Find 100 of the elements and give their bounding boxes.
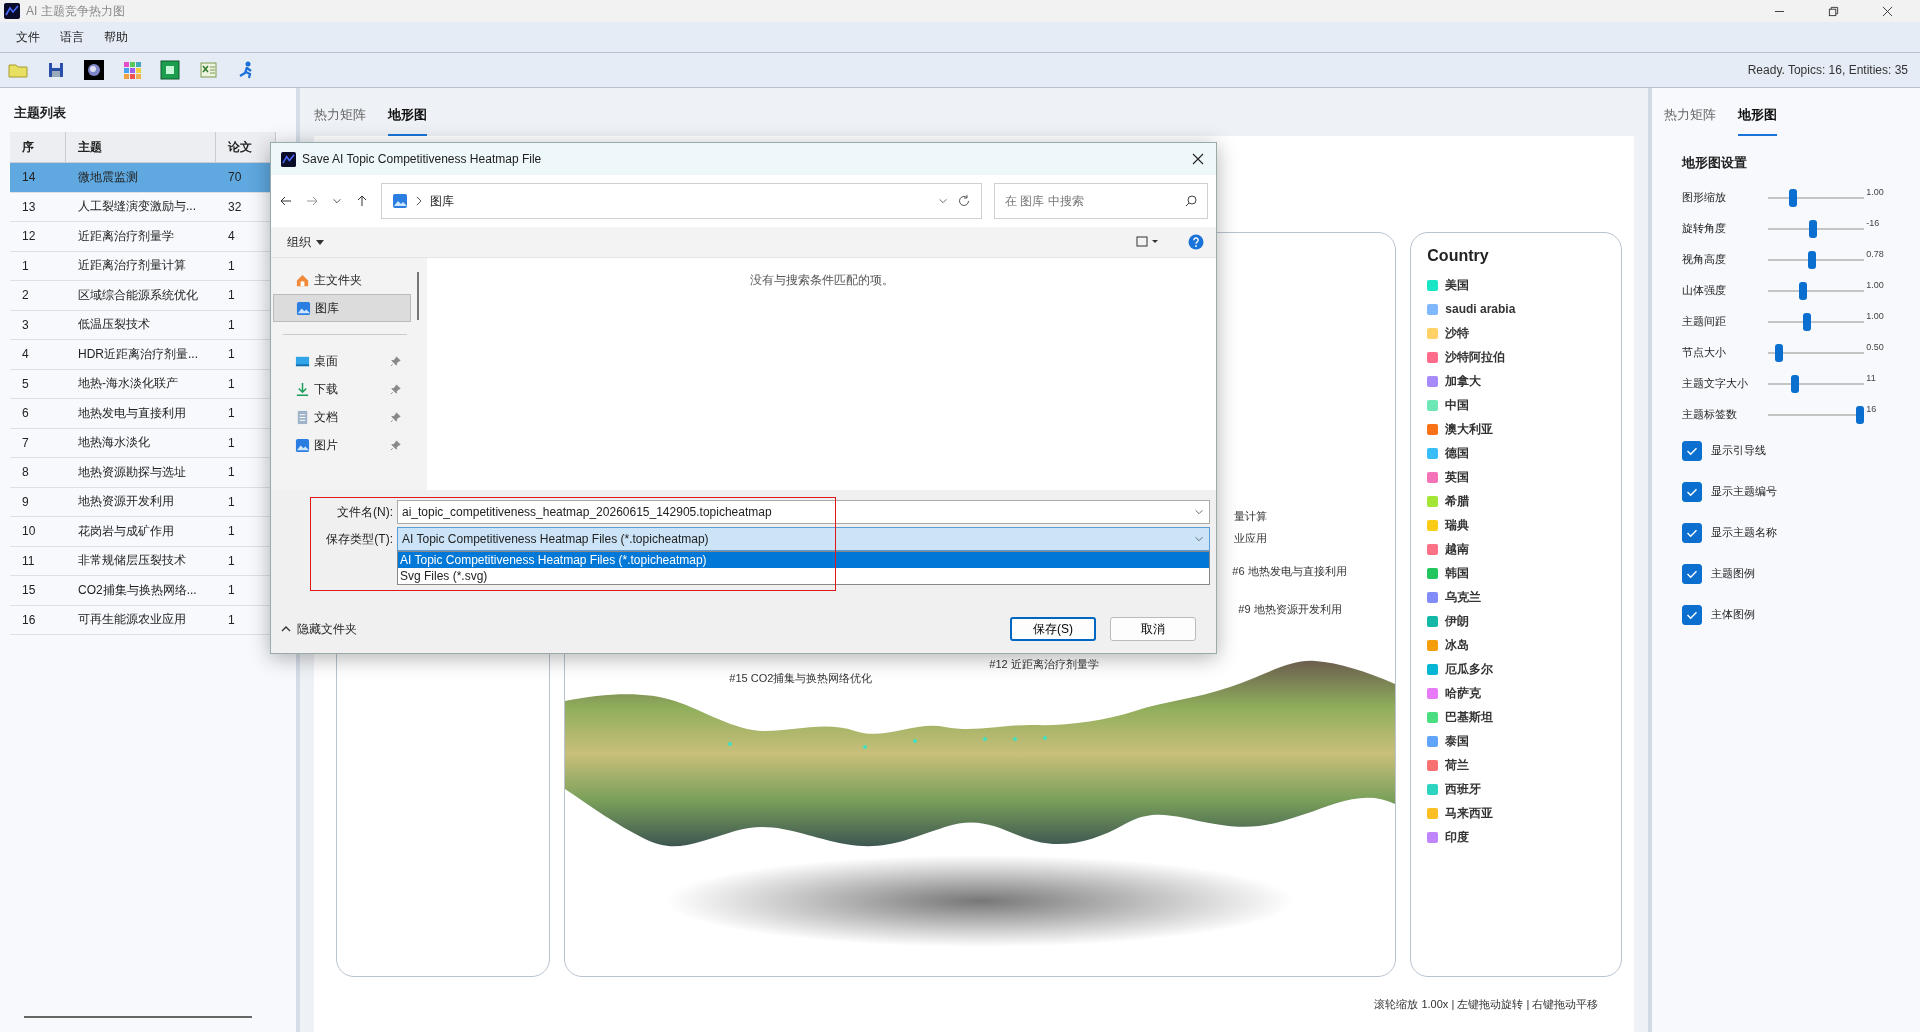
- slider-thumb[interactable]: [1788, 188, 1797, 207]
- panel-title: 主题列表: [14, 104, 67, 122]
- nav-item[interactable]: 图片: [273, 431, 411, 459]
- nav-item[interactable]: 下载: [273, 375, 411, 403]
- chevron-up-icon[interactable]: [281, 626, 291, 632]
- nav-item[interactable]: 桌面: [273, 347, 411, 375]
- slider-track[interactable]: [1768, 343, 1865, 362]
- table-cell-text: 微地震监测: [77, 168, 139, 186]
- caret-icon[interactable]: [316, 239, 324, 245]
- slider-track[interactable]: [1768, 219, 1865, 238]
- table-cell-text: 地热海水淡化: [77, 434, 151, 452]
- spreadsheet-icon[interactable]: [198, 60, 218, 80]
- close-icon[interactable]: [1192, 153, 1204, 165]
- slider-thumb[interactable]: [1775, 343, 1784, 362]
- help-icon[interactable]: [1188, 234, 1204, 250]
- download-icon: [295, 381, 310, 397]
- checkbox-label: 显示主题名称: [1711, 525, 1778, 540]
- nav-item[interactable]: 主文件夹: [273, 266, 411, 294]
- table-cell-text: 8: [21, 465, 30, 480]
- slider-label: 主题标签数: [1682, 407, 1739, 422]
- table-cell-text: 1: [227, 465, 236, 480]
- refresh-icon[interactable]: [957, 194, 971, 208]
- slider-thumb[interactable]: [1802, 312, 1811, 331]
- dropdown-option[interactable]: Svg Files (*.svg): [398, 568, 1209, 584]
- restore-icon[interactable]: [1828, 5, 1839, 17]
- tab[interactable]: 地形图: [1738, 106, 1778, 136]
- legend-label: 哈萨克: [1445, 684, 1482, 702]
- pin-icon[interactable]: [390, 411, 401, 423]
- pin-icon[interactable]: [390, 383, 401, 395]
- hide-folders-toggle[interactable]: 隐藏文件夹: [297, 620, 357, 638]
- table-cell-text: 区域综合能源系统优化: [77, 286, 199, 304]
- up-icon[interactable]: [355, 194, 369, 208]
- checkbox[interactable]: [1682, 604, 1703, 625]
- checkbox[interactable]: [1682, 440, 1703, 461]
- slider-thumb[interactable]: [1791, 374, 1800, 393]
- scrollbar[interactable]: [24, 1016, 252, 1018]
- view-icon[interactable]: [1136, 235, 1160, 249]
- tab[interactable]: 热力矩阵: [314, 106, 367, 136]
- slider-thumb[interactable]: [1856, 405, 1865, 424]
- slider-track[interactable]: [1768, 250, 1865, 269]
- search-field[interactable]: 在 图库 中搜索: [994, 183, 1208, 219]
- menu-item[interactable]: 语言: [50, 28, 94, 46]
- pin-icon[interactable]: [390, 355, 401, 367]
- table-cell-text: 1: [227, 553, 236, 568]
- filename-field[interactable]: ai_topic_competitiveness_heatmap_20260615_142905.topicheatmap: [397, 500, 1210, 524]
- table-cell-text: 1: [227, 258, 236, 273]
- legend-label: 巴基斯坦: [1445, 708, 1494, 726]
- slider-track[interactable]: [1768, 374, 1865, 393]
- tab[interactable]: 热力矩阵: [1664, 106, 1717, 136]
- slider-track[interactable]: [1768, 188, 1865, 207]
- column-header[interactable]: 主题: [66, 132, 216, 162]
- slider-thumb[interactable]: [1799, 281, 1808, 300]
- topic-label: #12 近距离治疗剂量学: [989, 657, 1099, 672]
- checkbox[interactable]: [1682, 563, 1703, 584]
- checkbox-label: 主体图例: [1711, 607, 1756, 622]
- address-bar[interactable]: 图库: [381, 183, 982, 219]
- legend-label: 瑞典: [1445, 516, 1470, 534]
- grid-icon[interactable]: [122, 60, 142, 80]
- slider-track[interactable]: [1768, 405, 1865, 424]
- topic-label: #9 地热资源开发利用: [1238, 602, 1342, 617]
- checkbox[interactable]: [1682, 522, 1703, 543]
- close-icon[interactable]: [1882, 5, 1893, 17]
- table-cell-text: 近距离治疗剂量计算: [77, 257, 187, 275]
- legend-label: 希腊: [1445, 492, 1470, 510]
- file-type-dropdown[interactable]: AI Topic Competitiveness Heatmap Files (*.topicheatmap): [397, 527, 1210, 551]
- slider-thumb[interactable]: [1808, 219, 1817, 238]
- pin-icon[interactable]: [390, 439, 401, 451]
- save-icon[interactable]: [46, 60, 66, 80]
- dropdown-option[interactable]: AI Topic Competitiveness Heatmap Files (*.topicheatmap): [398, 552, 1209, 568]
- legend-label: 西班牙: [1445, 780, 1482, 798]
- nav-item[interactable]: 图库: [273, 294, 411, 322]
- table-cell-text: 5: [21, 376, 30, 391]
- square-icon[interactable]: [160, 60, 180, 80]
- topic-label: #6 地热发电与直接利用: [1232, 564, 1347, 579]
- search-icon[interactable]: [1184, 194, 1198, 208]
- slider-thumb[interactable]: [1807, 250, 1816, 269]
- checkbox[interactable]: [1682, 481, 1703, 502]
- menu-item[interactable]: 文件: [6, 28, 50, 46]
- column-header[interactable]: 序: [10, 132, 66, 162]
- slider-label: 主题文字大小: [1682, 376, 1750, 391]
- gallery-icon: [392, 193, 408, 209]
- table-cell-text: 地热-海水淡化联产: [77, 375, 179, 393]
- dialog-button[interactable]: 保存(S): [1010, 617, 1096, 641]
- table-cell-text: 花岗岩与成矿作用: [77, 522, 175, 540]
- slider-track[interactable]: [1768, 281, 1865, 300]
- slider-value: 0.50: [1866, 342, 1884, 352]
- dialog-button[interactable]: 取消: [1110, 617, 1196, 641]
- forward-icon[interactable]: [305, 194, 319, 208]
- section-title: 地形图设置: [1682, 154, 1749, 172]
- organize-menu[interactable]: 组织: [287, 233, 311, 251]
- menu-item[interactable]: 帮助: [94, 28, 138, 46]
- nav-item[interactable]: 文档: [273, 403, 411, 431]
- topic-label: 业应用: [1234, 531, 1268, 546]
- slider-track[interactable]: [1768, 312, 1865, 331]
- back-icon[interactable]: [279, 194, 293, 208]
- hint-text: 滚轮缩放 1.00x | 左键拖动旋转 | 右键拖动平移: [1374, 997, 1599, 1012]
- slider-value: 1.00: [1866, 187, 1884, 197]
- table-cell-text: 非常规储层压裂技术: [77, 552, 187, 570]
- legend-label: 韩国: [1445, 564, 1470, 582]
- picture-icon: [296, 300, 311, 316]
